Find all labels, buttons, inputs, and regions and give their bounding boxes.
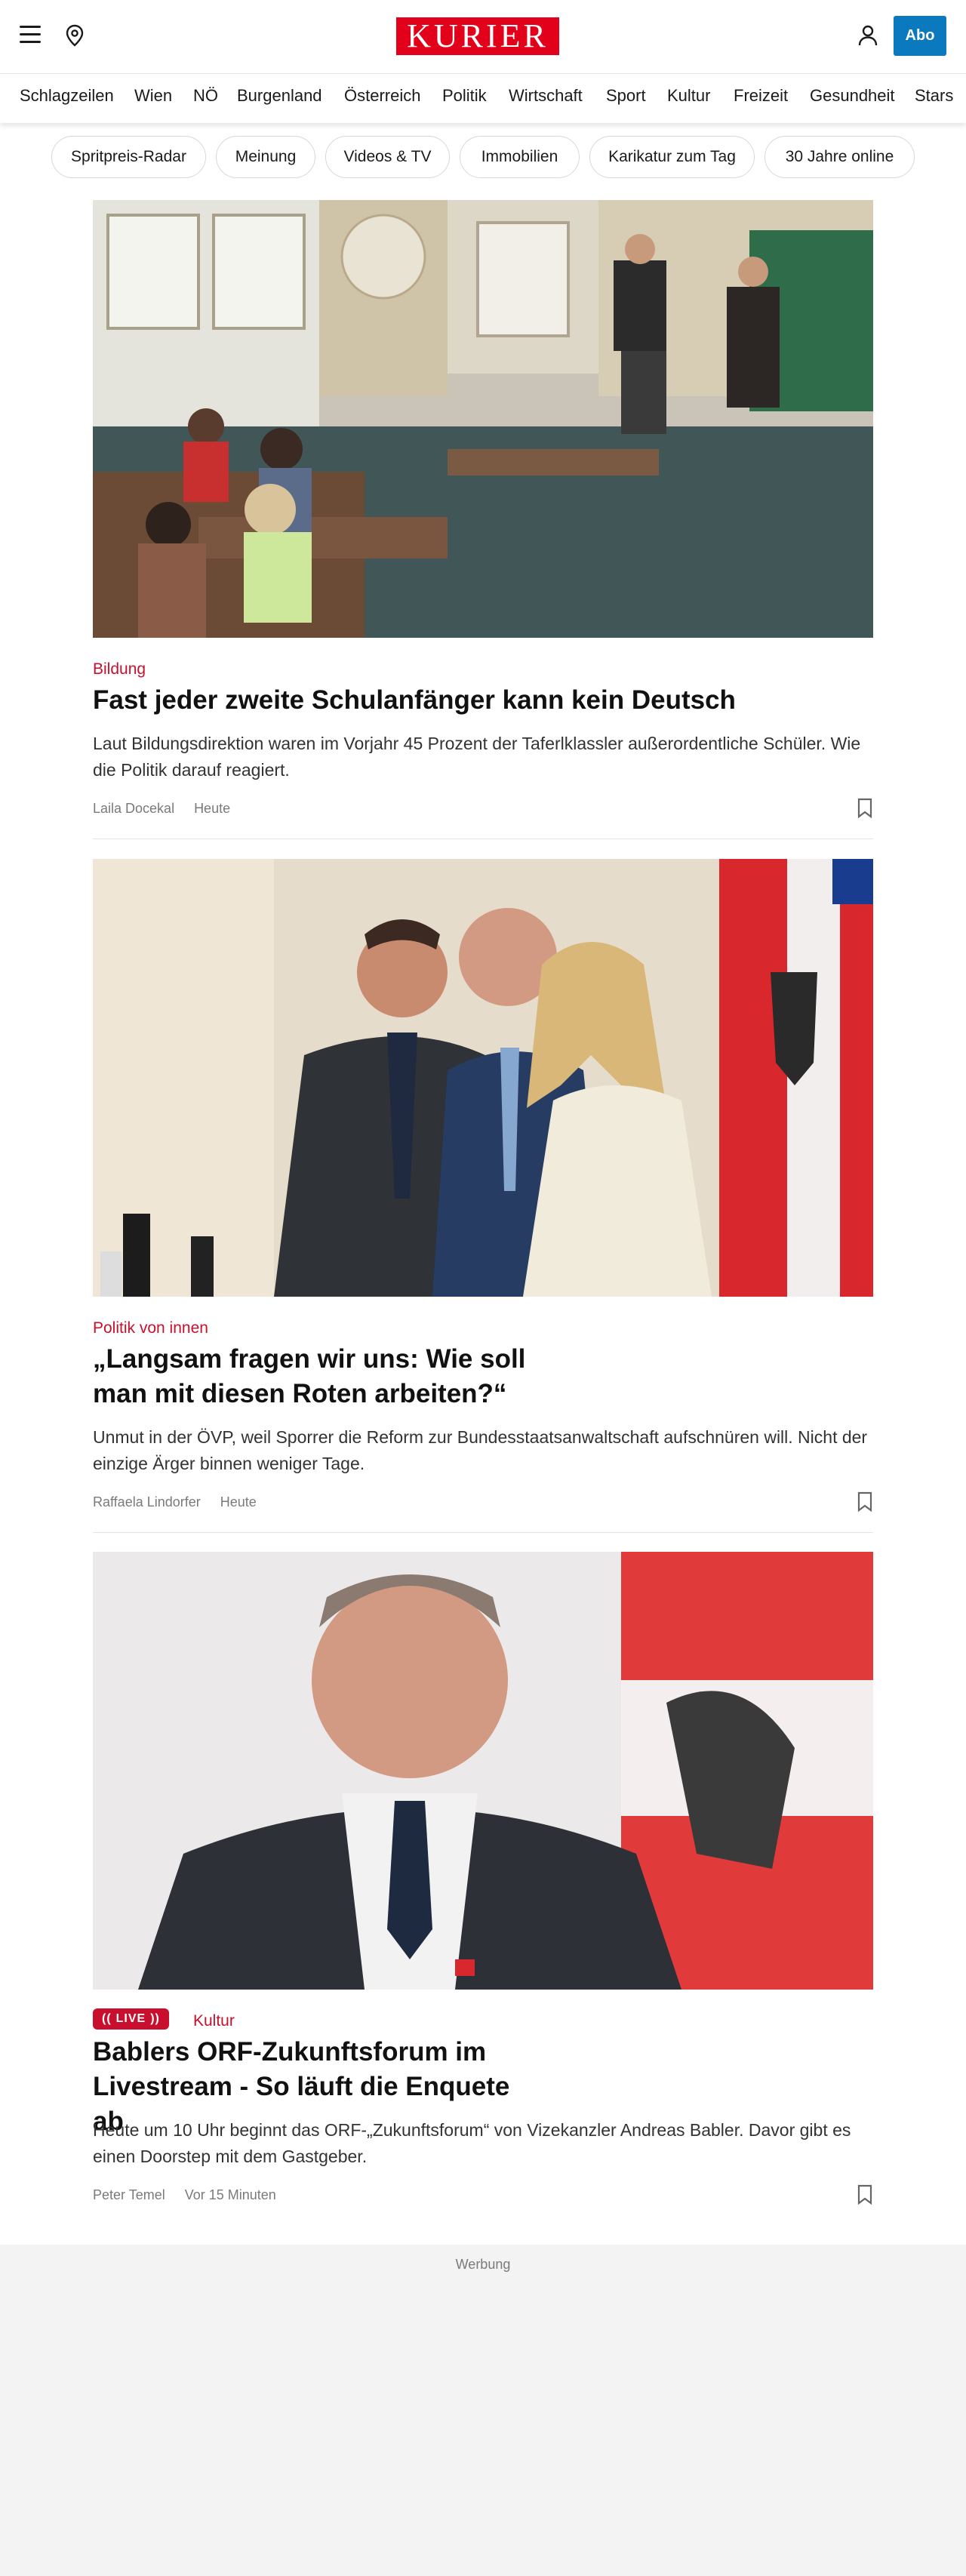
nav-item-gesundheit[interactable]: Gesundheit <box>810 86 895 106</box>
brand-name: KURIER <box>407 17 549 54</box>
article-teaser: Unmut in der ÖVP, weil Sporrer die Refor… <box>93 1427 868 1473</box>
nav-item-freizeit[interactable]: Freizeit <box>734 86 788 106</box>
article-title[interactable]: Fast jeder zweite Schulanfänger kann kei… <box>93 683 848 718</box>
article-meta: Raffaela Lindorfer Heute <box>93 1494 276 1510</box>
nav-item-kultur[interactable]: Kultur <box>667 86 710 106</box>
article-image-classroom[interactable] <box>93 200 873 638</box>
section-nav: Schlagzeilen Wien NÖ Burgenland Österrei… <box>0 73 966 123</box>
user-account-icon[interactable] <box>857 24 878 47</box>
live-label: LIVE <box>115 2012 146 2025</box>
chip-spritpreis-radar[interactable]: Spritpreis-Radar <box>51 136 206 178</box>
topic-chips: Spritpreis-Radar Meinung Videos & TV Imm… <box>0 136 966 181</box>
nav-item-politik[interactable]: Politik <box>442 86 487 106</box>
article-author[interactable]: Laila Docekal <box>93 801 174 816</box>
bookmark-icon[interactable] <box>857 798 873 819</box>
article-image-babler[interactable] <box>93 1552 873 1990</box>
chip-karikatur-zum-tag[interactable]: Karikatur zum Tag <box>589 136 755 178</box>
article-title[interactable]: „Langsam fragen wir uns: Wie soll man mi… <box>93 1342 546 1411</box>
live-badge[interactable]: (( LIVE )) <box>93 2008 169 2030</box>
kurier-logo[interactable]: KURIER <box>396 17 559 55</box>
article-teaser: Heute um 10 Uhr beginnt das ORF-„Zukunft… <box>93 2120 851 2166</box>
bookmark-icon[interactable] <box>857 1491 873 1513</box>
article-meta: Peter Temel Vor 15 Minuten <box>93 2187 296 2203</box>
menu-icon[interactable] <box>20 26 41 44</box>
bookmark-icon[interactable] <box>857 2184 873 2205</box>
article-kicker[interactable]: Bildung <box>93 660 146 679</box>
abo-button[interactable]: Abo <box>894 16 946 56</box>
chip-meinung[interactable]: Meinung <box>216 136 315 178</box>
nav-item-noe[interactable]: NÖ <box>193 86 218 106</box>
chip-immobilien[interactable]: Immobilien <box>460 136 580 178</box>
nav-item-sport[interactable]: Sport <box>606 86 646 106</box>
location-pin-icon[interactable] <box>65 24 85 47</box>
page: KURIER Abo Schlagzeilen Wien NÖ Burgenla… <box>0 0 966 2576</box>
divider <box>93 1532 873 1533</box>
article-teaser: Laut Bildungsdirektion waren im Vorjahr … <box>93 734 861 780</box>
live-indicator: (( LIVE )) <box>93 2008 169 2030</box>
site-header: KURIER Abo <box>0 0 966 73</box>
article-time: Heute <box>194 801 231 816</box>
advertisement-label: Werbung <box>455 2257 511 2272</box>
nav-item-stars[interactable]: Stars <box>915 86 953 106</box>
article-meta: Laila Docekal Heute <box>93 801 250 817</box>
article-kicker[interactable]: Politik von innen <box>93 1319 208 1337</box>
chip-30-jahre-online[interactable]: 30 Jahre online <box>764 136 915 178</box>
article-author[interactable]: Raffaela Lindorfer <box>93 1494 201 1510</box>
article-author[interactable]: Peter Temel <box>93 2187 165 2202</box>
nav-item-schlagzeilen[interactable]: Schlagzeilen <box>20 86 114 106</box>
article-kicker[interactable]: Kultur <box>193 2012 235 2030</box>
nav-item-wien[interactable]: Wien <box>134 86 172 106</box>
article-image-politicians[interactable] <box>93 859 873 1297</box>
nav-item-burgenland[interactable]: Burgenland <box>237 86 322 106</box>
article-time: Vor 15 Minuten <box>184 2187 276 2202</box>
nav-item-oesterreich[interactable]: Österreich <box>344 86 420 106</box>
article-time: Heute <box>220 1494 257 1510</box>
chip-videos-tv[interactable]: Videos & TV <box>325 136 450 178</box>
nav-item-wirtschaft[interactable]: Wirtschaft <box>509 86 583 106</box>
